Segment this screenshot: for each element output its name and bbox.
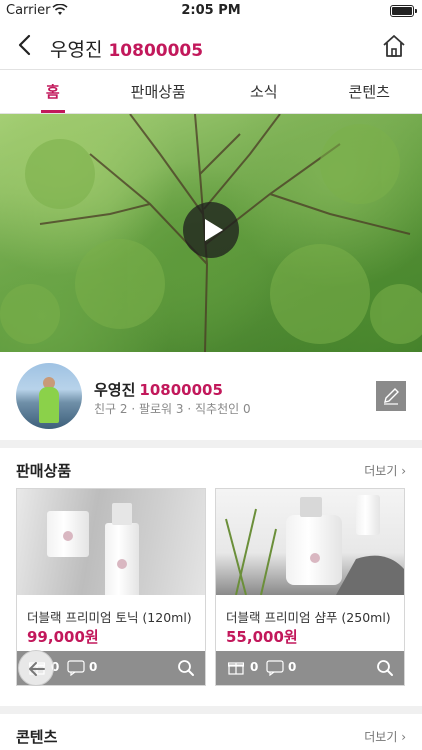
products-more-label: 더보기: [364, 464, 398, 478]
contents-section: 콘텐츠 더보기 ›: [0, 714, 422, 750]
page-title: 우영진 10800005: [50, 35, 203, 62]
search-icon[interactable]: [177, 659, 195, 677]
avatar-body: [39, 387, 59, 423]
profile-card: 우영진 10800005 친구 2 · 팔로워 3 · 직추천인 0: [0, 352, 422, 440]
battery-icon: [390, 5, 417, 17]
back-icon[interactable]: [12, 31, 40, 59]
profile-stats: 친구 2 · 팔로워 3 · 직추천인 0: [94, 402, 251, 416]
contents-more-link[interactable]: 더보기 ›: [364, 728, 406, 745]
products-more-link[interactable]: 더보기 ›: [364, 462, 406, 479]
product-name: 더블랙 프리미엄 샴푸 (250ml): [226, 610, 391, 625]
gift-count: 0: [250, 660, 259, 674]
search-icon[interactable]: [376, 659, 394, 677]
tab-home[interactable]: 홈: [0, 70, 106, 113]
comment-icon[interactable]: [266, 660, 284, 676]
comment-count: 0: [89, 660, 98, 674]
product-image: [216, 489, 404, 595]
header-code: 10800005: [108, 41, 204, 61]
header-name: 우영진: [50, 39, 103, 61]
contents-section-title: 콘텐츠: [16, 728, 58, 746]
chevron-right-icon: ›: [401, 464, 406, 478]
comment-icon[interactable]: [67, 660, 85, 676]
product-name: 더블랙 프리미엄 토닉 (120ml): [27, 610, 192, 625]
products-section-title: 판매상품: [16, 462, 72, 480]
avatar[interactable]: [16, 363, 82, 429]
tab-bar: 홈 판매상품 소식 콘텐츠: [0, 70, 422, 114]
contents-more-label: 더보기: [364, 730, 398, 744]
tab-products[interactable]: 판매상품: [106, 70, 212, 113]
chevron-right-icon: ›: [401, 730, 406, 744]
product-action-bar: 0 0: [216, 651, 404, 685]
status-time: 2:05 PM: [181, 3, 241, 18]
home-icon[interactable]: [380, 32, 408, 60]
profile-code: 10800005: [139, 381, 223, 399]
profile-name-text: 우영진: [94, 381, 136, 399]
products-section: 판매상품 더보기 › 더블랙 프리미엄 토닉 (120ml) 99,000원 0: [0, 448, 422, 706]
profile-name: 우영진 10800005: [94, 379, 223, 400]
product-price: 99,000원: [27, 628, 99, 646]
pencil-icon: [384, 388, 399, 405]
tab-news[interactable]: 소식: [211, 70, 317, 113]
edit-profile-button[interactable]: [376, 381, 406, 411]
floating-back-button[interactable]: [18, 650, 54, 686]
product-card[interactable]: 더블랙 프리미엄 샴푸 (250ml) 55,000원 0 0: [215, 488, 405, 686]
product-price: 55,000원: [226, 628, 298, 646]
product-image: [17, 489, 205, 595]
hero-video[interactable]: [0, 114, 422, 352]
status-bar: Carrier 2:05 PM: [0, 0, 422, 22]
tab-contents[interactable]: 콘텐츠: [317, 70, 422, 113]
arrow-left-icon: [29, 662, 45, 676]
comment-count: 0: [288, 660, 297, 674]
nav-bar: 우영진 10800005: [0, 22, 422, 70]
play-icon[interactable]: [183, 202, 239, 258]
gift-icon[interactable]: [228, 660, 244, 675]
